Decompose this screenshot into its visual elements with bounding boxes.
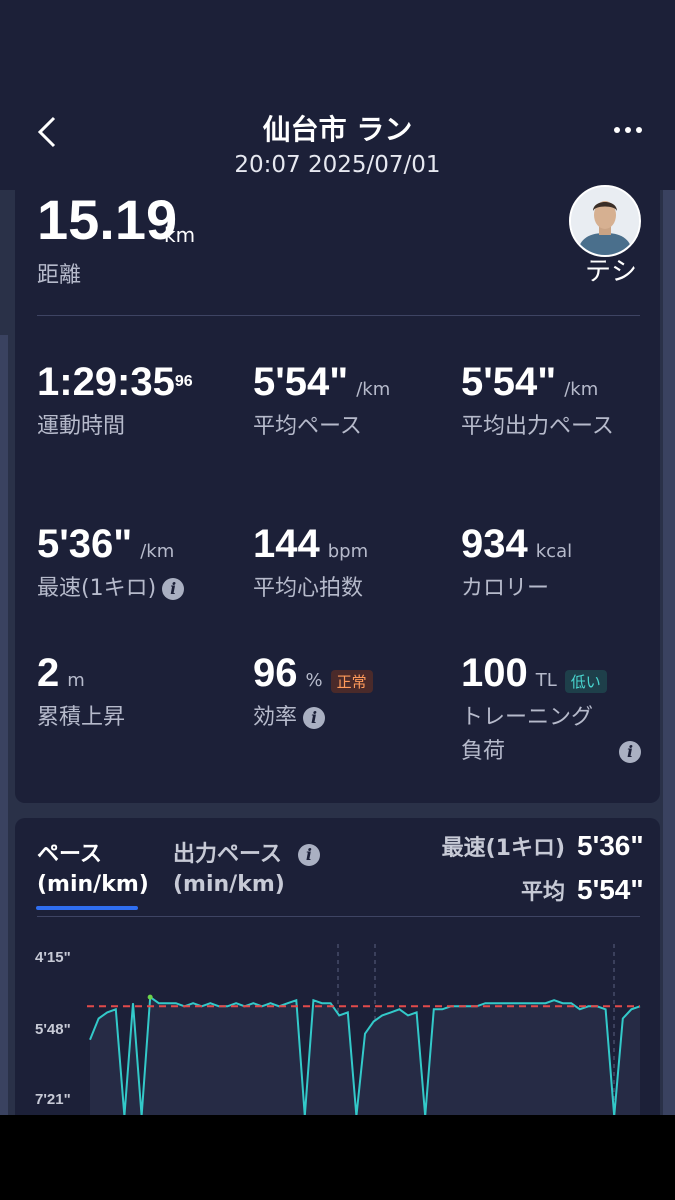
divider — [37, 315, 640, 316]
stat-label: 運動時間 — [37, 414, 126, 439]
more-horizontal-icon[interactable] — [608, 118, 648, 142]
stat-value: 144 — [253, 522, 320, 566]
avatar[interactable] — [569, 185, 641, 257]
stat-avg-pace: 5'54" /km 平均ペース — [253, 360, 391, 439]
stat-label: 平均ペース — [253, 414, 362, 439]
y-tick-label: 4'15" — [35, 949, 71, 966]
stat-label: 効率 — [253, 705, 298, 730]
stat-value: 5'36" — [37, 522, 133, 566]
map-road — [663, 185, 675, 1115]
pace-line-chart: 4'15" 5'48" 7'21" — [35, 944, 641, 1116]
avatar-name: テシ — [585, 257, 638, 287]
stat-unit: /km — [564, 379, 599, 400]
stat-unit: TL — [535, 670, 557, 691]
fastest-value: 5'36" — [577, 830, 644, 861]
tab-power-pace[interactable]: 出力ペース i (min/km) — [173, 840, 320, 900]
system-navigation-bar — [0, 1115, 675, 1200]
average-value: 5'54" — [577, 874, 644, 905]
stat-value: 2 — [37, 651, 60, 695]
y-tick-label: 5'48" — [35, 1021, 71, 1038]
stat-unit: % — [305, 670, 323, 691]
info-icon[interactable]: i — [303, 707, 326, 729]
page-title: 仙台市 ラン — [262, 113, 413, 146]
summary-card: 15.19 km 距離 テシ 1:29:3596 運動時間 5'54" /km 平… — [15, 185, 660, 803]
divider — [37, 916, 640, 917]
fastest-label: 最速(1キロ) — [441, 836, 565, 861]
stat-label-row: 効率 i — [253, 701, 438, 735]
stat-label: 累積上昇 — [37, 705, 126, 730]
stat-unit: bpm — [327, 541, 369, 562]
distance-value: 15.19 — [37, 188, 178, 251]
stat-value: 5'54" — [461, 360, 557, 404]
distance-label: 距離 — [37, 263, 82, 288]
stat-efficiency: 96% 正常 効率 i — [253, 651, 373, 730]
stat-calories: 934 kcal カロリー — [461, 522, 573, 601]
tab-pace[interactable]: ペース (min/km) — [37, 840, 149, 900]
stat-label: 平均出力ペース — [461, 414, 614, 439]
stat-value: 100 — [461, 651, 528, 695]
stat-avg-heart-rate: 144 bpm 平均心拍数 — [253, 522, 369, 601]
stat-fastest-km: 5'36" /km 最速(1キロ) i — [37, 522, 185, 601]
stat-duration: 1:29:3596 運動時間 — [37, 360, 193, 439]
distance-unit: km — [164, 223, 196, 247]
pace-area-fill — [90, 997, 640, 1116]
stat-label: 最速(1キロ) — [37, 576, 157, 601]
stat-training-load: 100 TL 低い トレーニング負荷 i — [461, 651, 641, 764]
tab-active-indicator — [36, 906, 138, 910]
stat-value: 96 — [253, 651, 298, 695]
info-icon[interactable]: i — [297, 844, 320, 866]
stat-unit: kcal — [535, 541, 573, 562]
stat-unit: m — [67, 670, 85, 691]
stat-unit: /km — [356, 379, 391, 400]
info-icon[interactable]: i — [619, 741, 641, 763]
status-badge: 低い — [564, 670, 607, 693]
user-avatar-icon — [571, 187, 639, 255]
map-road — [0, 335, 8, 1115]
app-header: 仙台市 ラン 20:07 2025/07/01 — [0, 0, 675, 190]
info-icon[interactable]: i — [162, 578, 185, 600]
stat-avg-power-pace: 5'54" /km 平均出力ペース — [461, 360, 614, 439]
stat-value: 1:29:3596 — [37, 360, 193, 404]
status-badge: 正常 — [330, 670, 373, 693]
stat-value: 934 — [461, 522, 528, 566]
activity-datetime: 20:07 2025/07/01 — [234, 152, 441, 178]
stat-label-row: 最速(1キロ) i — [37, 572, 237, 606]
stat-value: 5'54" — [253, 360, 349, 404]
average-label: 平均 — [520, 880, 565, 905]
stat-label: カロリー — [461, 576, 550, 601]
stat-label: トレーニング負荷 — [461, 705, 594, 764]
fast-segment-marker — [147, 994, 153, 1000]
y-tick-label: 7'21" — [35, 1091, 71, 1108]
stat-label: 平均心拍数 — [253, 576, 364, 601]
stat-elevation-gain: 2m 累積上昇 — [37, 651, 125, 730]
stat-unit: /km — [140, 541, 175, 562]
